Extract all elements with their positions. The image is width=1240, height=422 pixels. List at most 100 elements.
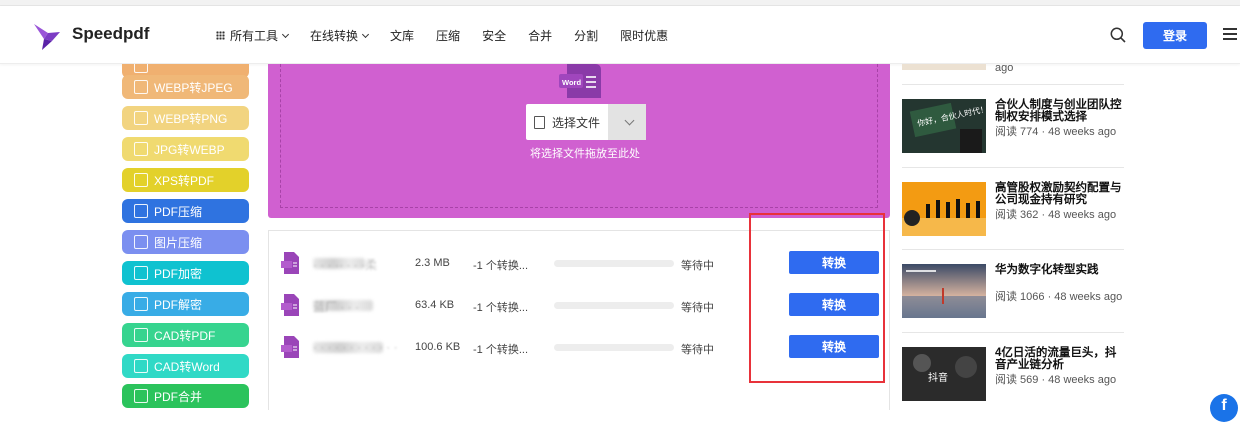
progress-bar xyxy=(554,302,674,309)
nav-item-label: 在线转换 xyxy=(310,29,359,43)
select-source-dropdown[interactable] xyxy=(608,104,646,140)
tool-icon xyxy=(134,235,148,249)
tool-icon xyxy=(134,111,148,125)
nav-item-label: 文库 xyxy=(390,29,415,43)
menu-icon[interactable] xyxy=(1223,28,1237,40)
article-item[interactable]: 华为数字化转型实践 阅读 1066 · 48 weeks ago xyxy=(902,264,1124,336)
tool-icon xyxy=(134,64,148,73)
facebook-icon[interactable]: f xyxy=(1210,394,1238,422)
article-title[interactable]: 4亿日活的流量巨头，抖音产业链分析 xyxy=(995,347,1123,371)
sidebar-tool-button[interactable]: PDF加密 xyxy=(122,261,249,285)
tool-label: PDF解密 xyxy=(154,297,203,312)
article-list: ago 你好，合伙人时代！ 合伙人制度与创业团队控制权安排模式选择 阅读 774 ·… xyxy=(902,64,1124,410)
sidebar-tool-button[interactable]: XPS转PDF xyxy=(122,168,249,192)
file-status: 等待中 xyxy=(681,260,714,272)
nav-item-label: 压缩 xyxy=(436,29,461,43)
highlight-box xyxy=(749,213,885,383)
drop-hint-text: 将选择文件拖放至此处 xyxy=(530,148,640,160)
nav-item-label: 分割 xyxy=(574,29,599,43)
nav-item-4[interactable]: 安全 xyxy=(482,27,506,44)
sidebar-tool-button[interactable]: PDF压缩 xyxy=(122,199,249,223)
nav-item-2[interactable]: 文库 xyxy=(390,27,414,44)
tool-icon xyxy=(134,142,148,156)
nav-item-label: 限时优惠 xyxy=(620,29,669,43)
word-file-icon xyxy=(281,252,299,274)
file-status: 等待中 xyxy=(681,344,714,356)
word-file-icon xyxy=(281,294,299,316)
article-thumbnail[interactable]: 你好，合伙人时代！ xyxy=(902,99,986,153)
nav-item-6[interactable]: 分割 xyxy=(574,27,598,44)
article-title[interactable]: 高管股权激励契约配置与公司现金持有研究 xyxy=(995,182,1123,206)
conversion-count[interactable]: -1 个转换... xyxy=(473,299,528,315)
sidebar-tool-button[interactable]: PDF合并 xyxy=(122,384,249,408)
file-name: · · · · · · · · · · · · xyxy=(313,340,398,354)
chevron-down-icon xyxy=(361,30,370,38)
tool-icon xyxy=(134,173,148,187)
login-button[interactable]: 登录 xyxy=(1143,22,1207,49)
nav-item-label: 合并 xyxy=(528,29,553,43)
nav-item-5[interactable]: 合并 xyxy=(528,27,552,44)
article-thumbnail[interactable] xyxy=(902,64,986,70)
tool-label: XPS转PDF xyxy=(154,173,215,188)
sidebar-tool-button[interactable]: PDF解密 xyxy=(122,292,249,316)
word-icon-label: Word xyxy=(562,78,581,87)
site-header: Speedpdf 所有工具 在线转换 文库 压缩 安全 合并 分割 限时优惠 登录 xyxy=(0,6,1240,64)
tool-label: PDF加密 xyxy=(154,266,203,281)
file-size: 63.4 KB xyxy=(415,299,455,311)
tool-label: JPG转WEBP xyxy=(154,142,225,157)
conversion-count[interactable]: -1 个转换... xyxy=(473,341,528,357)
sidebar-tool-button[interactable]: 图片压缩 xyxy=(122,230,249,254)
article-meta: ago xyxy=(995,64,1014,74)
file-size: 2.3 MB xyxy=(415,257,450,269)
main-nav: 所有工具 在线转换 文库 压缩 安全 合并 分割 限时优惠 xyxy=(216,27,690,44)
grid-icon xyxy=(216,31,225,40)
select-file-button[interactable]: 选择文件 xyxy=(526,104,646,140)
sidebar-tool-button[interactable]: WEBP转PNG xyxy=(122,106,249,130)
tool-label: WEBP转PNG xyxy=(154,111,228,126)
brand-name[interactable]: Speedpdf xyxy=(72,24,149,44)
article-thumbnail[interactable]: 抖音 xyxy=(902,347,986,401)
sidebar-tool-button[interactable]: JPG转WEBP xyxy=(122,137,249,161)
article-title[interactable]: 华为数字化转型实践 xyxy=(995,264,1123,276)
article-item[interactable]: 抖音 4亿日活的流量巨头，抖音产业链分析 阅读 569 · 48 weeks ago xyxy=(902,347,1124,410)
sidebar-tool-button[interactable]: CAD转PDF xyxy=(122,323,249,347)
tool-icon xyxy=(134,297,148,311)
tool-icon xyxy=(134,204,148,218)
chevron-down-icon xyxy=(281,30,290,38)
tool-icon xyxy=(134,389,148,403)
tool-label: PDF压缩 xyxy=(154,204,203,219)
article-title[interactable]: 合伙人制度与创业团队控制权安排模式选择 xyxy=(995,99,1123,123)
nav-item-3[interactable]: 压缩 xyxy=(436,27,460,44)
tool-icon xyxy=(134,328,148,342)
progress-bar xyxy=(554,260,674,267)
word-file-icon xyxy=(281,336,299,358)
select-file-main[interactable]: 选择文件 xyxy=(526,104,608,140)
nav-item-0[interactable]: 所有工具 xyxy=(216,27,290,44)
article-thumbnail[interactable] xyxy=(902,182,986,236)
article-thumbnail[interactable] xyxy=(902,264,986,318)
tool-label: PDF合并 xyxy=(154,389,203,404)
conversion-count[interactable]: -1 个转换... xyxy=(473,257,528,273)
nav-item-label: 安全 xyxy=(482,29,507,43)
search-icon[interactable] xyxy=(1110,27,1126,43)
select-file-label: 选择文件 xyxy=(551,115,600,130)
tool-icon xyxy=(134,80,148,94)
file-size: 100.6 KB xyxy=(415,341,461,353)
article-meta: 阅读 1066 · 48 weeks ago xyxy=(995,291,1123,303)
tool-label: CAD转PDF xyxy=(154,328,216,343)
chevron-down-icon xyxy=(624,115,635,125)
sidebar-tool-button[interactable]: CAD转Word xyxy=(122,354,249,378)
article-item[interactable]: 你好，合伙人时代！ 合伙人制度与创业团队控制权安排模式选择 阅读 774 · 48 … xyxy=(902,99,1124,171)
speedpdf-logo-icon[interactable] xyxy=(30,20,62,52)
file-status: 等待中 xyxy=(681,302,714,314)
nav-item-1[interactable]: 在线转换 xyxy=(310,27,370,44)
tool-label: 图片压缩 xyxy=(154,235,203,250)
article-item[interactable]: 高管股权激励契约配置与公司现金持有研究 阅读 362 · 48 weeks ago xyxy=(902,182,1124,254)
tool-sidebar: WEBP转JPEG WEBP转PNG JPG转WEBP XPS转PDF PDF压缩图片压… xyxy=(122,64,250,410)
sidebar-tool-button[interactable]: WEBP转JPEG xyxy=(122,75,249,99)
progress-bar xyxy=(554,344,674,351)
nav-item-7[interactable]: 限时优惠 xyxy=(620,27,668,44)
article-divider xyxy=(902,84,1124,85)
word-file-icon: Word xyxy=(559,64,601,98)
file-name: 蓝厂 · · · xyxy=(313,300,359,314)
